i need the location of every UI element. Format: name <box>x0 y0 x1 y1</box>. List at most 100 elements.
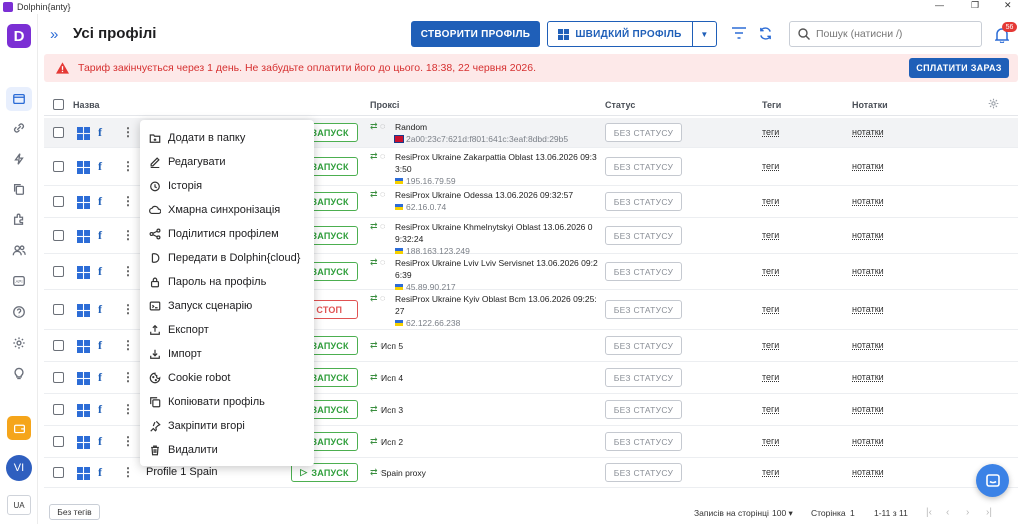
row-checkbox[interactable] <box>53 436 64 447</box>
more-options-icon[interactable]: ⋮ <box>122 264 134 278</box>
lightbulb-icon[interactable] <box>10 364 28 382</box>
menu-item-cookie[interactable]: Cookie robot <box>140 366 314 390</box>
menu-item-share[interactable]: Поділитися профілем <box>140 222 314 246</box>
tags-link[interactable]: теги <box>762 340 779 350</box>
menu-item-copy[interactable]: Копіювати профіль <box>140 390 314 414</box>
status-badge[interactable]: БЕЗ СТАТУСУ <box>605 400 682 419</box>
status-badge[interactable]: БЕЗ СТАТУСУ <box>605 336 682 355</box>
status-badge[interactable]: БЕЗ СТАТУСУ <box>605 226 682 245</box>
filter-icon[interactable] <box>731 26 747 43</box>
maximize-icon[interactable]: ❐ <box>971 0 979 11</box>
more-options-icon[interactable]: ⋮ <box>122 228 134 242</box>
status-badge[interactable]: БЕЗ СТАТУСУ <box>605 368 682 387</box>
more-options-icon[interactable]: ⋮ <box>122 465 134 479</box>
link-icon[interactable] <box>10 119 28 137</box>
more-options-icon[interactable]: ⋮ <box>122 402 134 416</box>
more-options-icon[interactable]: ⋮ <box>122 159 134 173</box>
notifications-bell-icon[interactable]: 56 <box>994 22 1017 46</box>
proxy-refresh-icon[interactable]: ◌ <box>380 293 385 303</box>
more-options-icon[interactable]: ⋮ <box>122 434 134 448</box>
proxy-refresh-icon[interactable]: ◌ <box>380 257 385 267</box>
prev-page-icon[interactable]: ‹ <box>946 507 949 518</box>
copy-icon[interactable] <box>10 180 28 198</box>
menu-item-lock[interactable]: Пароль на профіль <box>140 270 314 294</box>
more-options-icon[interactable]: ⋮ <box>122 370 134 384</box>
notes-link[interactable]: нотатки <box>852 161 884 171</box>
menu-item-cloud[interactable]: Хмарна синхронізація <box>140 198 314 222</box>
tags-link[interactable]: теги <box>762 161 779 171</box>
row-checkbox[interactable] <box>53 467 64 478</box>
column-status[interactable]: Статус <box>605 100 635 110</box>
notes-link[interactable]: нотатки <box>852 266 884 276</box>
pay-now-button[interactable]: СПЛАТИТИ ЗАРАЗ <box>909 58 1009 78</box>
api-icon[interactable]: API <box>10 272 28 290</box>
per-page-select[interactable]: 100 ▾ <box>772 508 793 519</box>
row-checkbox[interactable] <box>53 161 64 172</box>
minimize-icon[interactable]: — <box>935 0 944 10</box>
status-badge[interactable]: БЕЗ СТАТУСУ <box>605 300 682 319</box>
row-checkbox[interactable] <box>53 266 64 277</box>
column-tags[interactable]: Теги <box>762 100 781 110</box>
status-badge[interactable]: БЕЗ СТАТУСУ <box>605 432 682 451</box>
profile-name[interactable]: Profile 1 Spain <box>146 466 218 478</box>
automation-icon[interactable] <box>10 150 28 168</box>
column-notes[interactable]: Нотатки <box>852 100 888 110</box>
proxy-cell[interactable]: ResiProx Ukraine Odessa 13.06.2026 09:32… <box>395 189 617 213</box>
refresh-icon[interactable] <box>758 26 773 44</box>
tags-link[interactable]: теги <box>762 436 779 446</box>
menu-item-trash[interactable]: Видалити <box>140 438 314 462</box>
menu-item-script[interactable]: Запуск сценарію <box>140 294 314 318</box>
notes-link[interactable]: нотатки <box>852 436 884 446</box>
first-page-icon[interactable]: |‹ <box>926 507 932 518</box>
proxy-cell[interactable]: Spain proxy <box>381 467 603 479</box>
row-checkbox[interactable] <box>53 340 64 351</box>
status-badge[interactable]: БЕЗ СТАТУСУ <box>605 262 682 281</box>
menu-item-import[interactable]: Імпорт <box>140 342 314 366</box>
language-switch[interactable]: UA <box>7 495 31 515</box>
page-number[interactable]: 1 <box>850 508 855 518</box>
no-tags-button[interactable]: Без тегів <box>49 504 100 520</box>
status-badge[interactable]: БЕЗ СТАТУСУ <box>605 192 682 211</box>
more-options-icon[interactable]: ⋮ <box>122 194 134 208</box>
create-profile-button[interactable]: СТВОРИТИ ПРОФІЛЬ <box>411 21 540 47</box>
menu-item-export[interactable]: Експорт <box>140 318 314 342</box>
menu-item-history[interactable]: Історія <box>140 174 314 198</box>
settings-icon[interactable] <box>10 334 28 352</box>
row-checkbox[interactable] <box>53 127 64 138</box>
proxy-cell[interactable]: Исп 3 <box>381 404 603 416</box>
profiles-icon[interactable] <box>6 87 32 111</box>
more-options-icon[interactable]: ⋮ <box>122 302 134 316</box>
tags-link[interactable]: теги <box>762 230 779 240</box>
column-proxy[interactable]: Проксі <box>370 100 399 110</box>
dolphin-logo[interactable]: D <box>7 24 31 48</box>
quick-profile-button[interactable]: ШВИДКИЙ ПРОФІЛЬ ▼ <box>547 21 717 47</box>
notes-link[interactable]: нотатки <box>852 372 884 382</box>
tags-link[interactable]: теги <box>762 467 779 477</box>
proxy-cell[interactable]: Исп 4 <box>381 372 603 384</box>
tags-link[interactable]: теги <box>762 127 779 137</box>
proxy-cell[interactable]: Исп 5 <box>381 340 603 352</box>
column-name[interactable]: Назва <box>73 100 100 110</box>
tags-link[interactable]: теги <box>762 404 779 414</box>
row-checkbox[interactable] <box>53 372 64 383</box>
users-icon[interactable] <box>10 241 28 259</box>
notes-link[interactable]: нотатки <box>852 127 884 137</box>
last-page-icon[interactable]: ›| <box>986 507 992 518</box>
chat-support-icon[interactable] <box>976 464 1009 497</box>
notes-link[interactable]: нотатки <box>852 467 884 477</box>
proxy-cell[interactable]: Исп 2 <box>381 436 603 448</box>
notes-link[interactable]: нотатки <box>852 404 884 414</box>
menu-item-folder-plus[interactable]: Додати в папку <box>140 126 314 150</box>
search-input[interactable]: Пошук (натисни /) <box>789 21 982 47</box>
tags-link[interactable]: теги <box>762 196 779 206</box>
notes-link[interactable]: нотатки <box>852 340 884 350</box>
chevron-down-icon[interactable]: ▼ <box>692 22 716 46</box>
wallet-icon[interactable] <box>7 416 31 440</box>
status-badge[interactable]: БЕЗ СТАТУСУ <box>605 157 682 176</box>
status-badge[interactable]: БЕЗ СТАТУСУ <box>605 123 682 142</box>
more-options-icon[interactable]: ⋮ <box>122 125 134 139</box>
proxy-refresh-icon[interactable]: ◌ <box>380 121 385 131</box>
proxy-refresh-icon[interactable]: ◌ <box>380 221 385 231</box>
proxy-cell[interactable]: Random 2a00:23c7:621d:f801:641c:3eaf:8db… <box>394 121 617 145</box>
proxy-cell[interactable]: ResiProx Ukraine Khmelnytskyi Oblast 13.… <box>395 221 617 257</box>
